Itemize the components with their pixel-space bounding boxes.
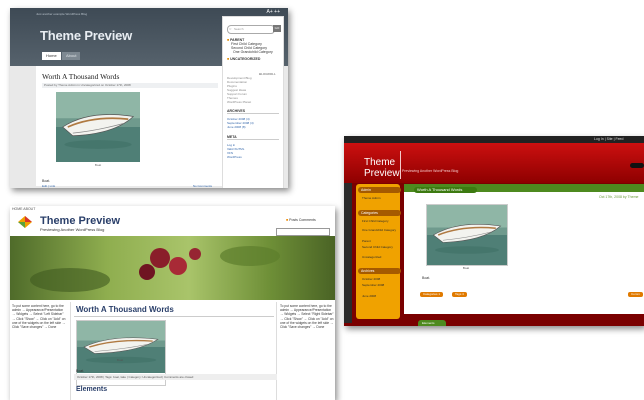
- sidebar-link[interactable]: October 2008: [362, 277, 380, 281]
- post-body: Boat.: [76, 369, 85, 373]
- sidebar: Search ○ GO ■ PARENT First Child Categor…: [222, 16, 284, 188]
- text-size-control[interactable]: A+ ++: [267, 9, 280, 15]
- sidebar: Admin Theme Admin Categories First Child…: [356, 184, 401, 319]
- header: Theme Preview Previewing Another WordPre…: [344, 143, 644, 183]
- search-icon: ○: [229, 26, 232, 31]
- sidebar-link[interactable]: One Grandchild Category: [362, 228, 396, 232]
- post-body: Boat.: [42, 179, 51, 183]
- archive-link[interactable]: June 2008 (8): [227, 125, 246, 129]
- meta-heading: META: [227, 135, 279, 140]
- admin-links[interactable]: Log In | Site | Feed: [594, 136, 623, 143]
- post-title[interactable]: Worth A Thousand Words: [42, 72, 119, 81]
- folder-icon: ■: [227, 57, 230, 61]
- comments-link[interactable]: No Comments: [193, 184, 212, 188]
- boat-image: [56, 92, 140, 162]
- theme-preview-screenshot-2: Log In | Site | Feed Theme Preview Previ…: [344, 136, 644, 326]
- meta-link[interactable]: WordPress: [227, 155, 242, 159]
- post-body: Boat.: [422, 276, 431, 280]
- tags-tag[interactable]: Tags 4: [452, 292, 467, 297]
- post-date: Oct 17th, 2008 by Theme: [599, 195, 639, 199]
- boat-image: [426, 204, 508, 266]
- elements-heading: Elements: [76, 386, 108, 393]
- divider: [70, 302, 71, 400]
- image-caption: Boat: [462, 266, 470, 270]
- categories-tag[interactable]: Categories 1: [420, 292, 444, 297]
- blogroll-heading: BLOGROLL: [259, 72, 276, 76]
- sidebar-link[interactable]: June 2008: [362, 294, 376, 298]
- image-caption: Boat: [94, 163, 102, 167]
- post-title[interactable]: Worth A Thousand Words: [76, 305, 174, 314]
- folder-icon: ■: [227, 38, 230, 42]
- logo-icon: [18, 216, 32, 228]
- divider: [74, 316, 274, 317]
- category-uncategorized[interactable]: ■ UNCATEGORIZED: [227, 57, 260, 61]
- admin-heading: Admin: [358, 187, 401, 193]
- search-input[interactable]: [276, 228, 330, 236]
- archives-heading: ARCHIVES: [227, 109, 279, 114]
- sidebar-link[interactable]: Theme Admin: [362, 196, 381, 200]
- left-strip: [344, 183, 352, 323]
- post-meta: October 17th, 2008 | Tags: boat, lake | …: [74, 374, 277, 380]
- site-tagline: Just another example WordPress Blog: [36, 12, 88, 16]
- category-item[interactable]: One Grandchild Category: [233, 50, 273, 54]
- theme-preview-screenshot-1: Just another example WordPress Blog A+ +…: [10, 8, 288, 188]
- categories-heading: Categories: [358, 210, 401, 216]
- sidebar-link[interactable]: Uncategorized: [362, 255, 381, 259]
- post-links: Edit | Link No Comments: [42, 184, 216, 188]
- header-banner: [10, 236, 335, 300]
- main-content: Worth A Thousand Words Posted by Theme A…: [36, 66, 222, 188]
- post-title[interactable]: Worth A Thousand Words: [414, 187, 477, 193]
- left-sidebar-text: To put some content here, go to the admi…: [12, 304, 66, 330]
- comments-tag[interactable]: Comm: [628, 292, 643, 297]
- theme-preview-screenshot-3: HOME ABOUT Theme Preview Previewing Anot…: [10, 206, 335, 400]
- admin-bar: Log In | Site | Feed: [344, 136, 644, 143]
- divider: [276, 302, 277, 400]
- right-sidebar-text: To put some content here, go to the admi…: [280, 304, 334, 330]
- post-meta: Posted by Theme Admin in Uncategorized o…: [42, 83, 218, 88]
- search-input[interactable]: Search: [227, 25, 275, 34]
- sidebar-link[interactable]: Second Child Category: [362, 245, 393, 249]
- site-tagline: Previewing Another WordPress Blog: [40, 227, 105, 232]
- raspberry-photo: [30, 246, 280, 292]
- rss-links[interactable]: ■ Posts Comments: [286, 218, 316, 222]
- site-title[interactable]: Theme Preview: [40, 28, 132, 43]
- sidebar-link[interactable]: First Child Category: [362, 219, 389, 223]
- search-pill[interactable]: [630, 163, 644, 168]
- divider: [400, 151, 401, 179]
- image-caption: Boat: [116, 358, 124, 362]
- sidebar-link[interactable]: Parent: [362, 239, 371, 243]
- site-tagline: Previewing Another WordPress Blog: [402, 169, 459, 173]
- tab-elements[interactable]: Elements: [418, 320, 446, 326]
- tab-home[interactable]: Home: [42, 52, 61, 60]
- rss-icon: ■: [286, 218, 289, 222]
- sidebar-link[interactable]: September 2008: [362, 283, 384, 287]
- blogroll-link[interactable]: WordPress Planet: [227, 100, 251, 104]
- main-content: Worth A Thousand Words Oct 17th, 2008 by…: [404, 184, 644, 314]
- top-nav[interactable]: HOME ABOUT: [12, 207, 35, 211]
- site-title[interactable]: Theme Preview: [364, 157, 400, 179]
- tab-about[interactable]: About: [62, 52, 81, 60]
- archives-heading: Archives: [358, 268, 401, 274]
- edit-link[interactable]: Edit | Link: [42, 184, 55, 188]
- site-title[interactable]: Theme Preview: [40, 215, 120, 227]
- search-button[interactable]: GO: [273, 25, 281, 32]
